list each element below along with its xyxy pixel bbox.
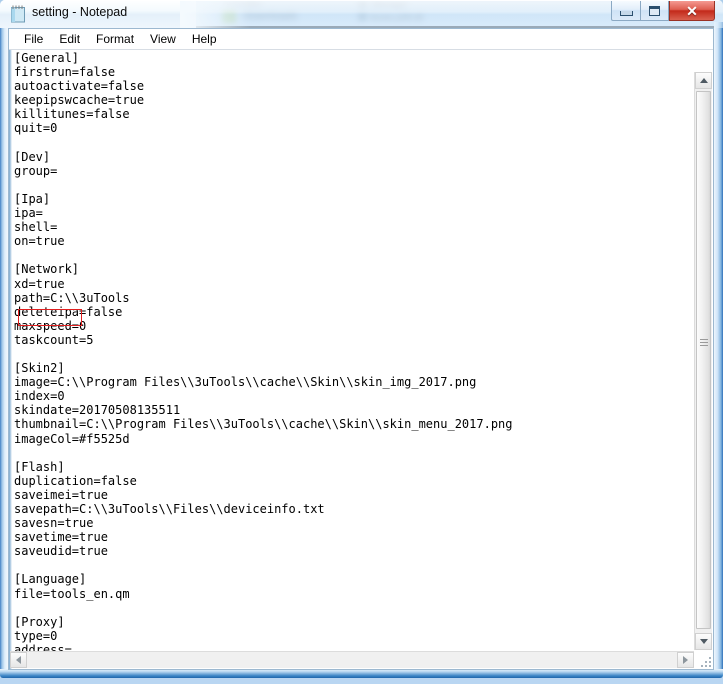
window-border-bottom — [0, 669, 723, 678]
text-line: autoactivate=false — [14, 79, 145, 94]
text-line: firstrun=false — [14, 65, 116, 80]
menu-bar: File Edit Format View Help — [9, 29, 713, 50]
window-border-left — [0, 22, 8, 670]
text-line: skindate=20170508135511 — [14, 403, 181, 418]
text-line: [Proxy] — [14, 614, 65, 629]
minimize-icon — [619, 11, 633, 16]
text-line: thumbnail=C:\\Program Files\\3uTools\\ca… — [14, 417, 513, 432]
menu-item-edit[interactable]: Edit — [51, 30, 88, 49]
text-line: image=C:\\Program Files\\3uTools\\cache\… — [14, 375, 477, 390]
scroll-right-button[interactable] — [677, 652, 694, 668]
text-line: file=tools_en.qm — [14, 586, 130, 601]
text-line: killitunes=false — [14, 107, 130, 122]
text-line: savesn=true — [14, 516, 94, 531]
chevron-up-icon — [699, 78, 708, 83]
text-line: saveimei=true — [14, 487, 108, 502]
editor-left-edge — [9, 50, 12, 669]
text-line: on=true — [14, 234, 65, 249]
text-line: duplication=false — [14, 473, 137, 488]
window-client-area: File Edit Format View Help [General] firs… — [8, 28, 714, 670]
menu-item-format[interactable]: Format — [88, 30, 142, 49]
text-line: index=0 — [14, 389, 65, 404]
text-line: savetime=true — [14, 530, 108, 545]
resize-grip[interactable] — [698, 654, 711, 667]
title-bar-fade — [180, 0, 250, 28]
text-line: address= — [14, 642, 72, 651]
window-controls: ✕ — [611, 1, 715, 22]
text-line: [Ipa] — [14, 191, 51, 206]
menu-item-help[interactable]: Help — [184, 30, 225, 49]
maximize-button[interactable] — [640, 1, 669, 21]
editor-region: [General] firstrun=false autoactivate=fals… — [9, 50, 713, 669]
text-line — [14, 601, 683, 615]
title-bar[interactable]: setting - Notepad ✕ — [0, 0, 723, 28]
text-line: [Language] — [14, 572, 87, 587]
horizontal-scrollbar[interactable] — [10, 651, 694, 668]
text-line: xd=true — [14, 276, 65, 291]
text-line: [Dev] — [14, 149, 51, 164]
text-line: savepath=C:\\3uTools\\Files\\deviceinfo.… — [14, 502, 325, 516]
text-line: quit=0 — [14, 121, 58, 136]
text-line: maxspeed=0 — [14, 318, 87, 333]
text-line: imageCol=#f5525d — [14, 431, 130, 446]
text-line — [14, 248, 683, 262]
menu-item-view[interactable]: View — [142, 30, 184, 49]
chevron-left-icon — [16, 656, 21, 664]
chevron-down-icon — [699, 639, 708, 644]
window-border-right — [714, 22, 723, 670]
minimize-button[interactable] — [611, 1, 640, 21]
scroll-up-button[interactable] — [695, 72, 712, 89]
text-line: keepipswcache=true — [14, 93, 145, 108]
text-line — [14, 178, 683, 192]
text-line: [Network] — [14, 262, 80, 277]
text-line — [14, 558, 683, 572]
text-line: [Skin2] — [14, 361, 65, 376]
text-line — [14, 136, 683, 150]
chevron-right-icon — [683, 656, 688, 664]
text-line: saveudid=true — [14, 544, 108, 559]
text-line: type=0 — [14, 628, 58, 643]
text-line: taskcount=5 — [14, 332, 94, 347]
text-line: ipa= — [14, 206, 43, 221]
text-line: [Flash] — [14, 459, 65, 474]
scroll-down-button[interactable] — [695, 633, 712, 650]
text-line — [14, 347, 683, 361]
vertical-scrollbar[interactable] — [694, 72, 712, 650]
menu-item-file[interactable]: File — [16, 30, 51, 49]
scroll-left-button[interactable] — [10, 652, 27, 668]
close-button[interactable]: ✕ — [669, 1, 715, 21]
window-title: setting - Notepad — [32, 5, 128, 19]
text-line: deleteipa=false — [14, 304, 123, 319]
maximize-icon — [649, 5, 660, 16]
text-line — [14, 446, 683, 460]
text-editor[interactable]: [General] firstrun=false autoactivate=fals… — [14, 51, 683, 651]
scrollbar-grip-icon — [700, 338, 708, 347]
notepad-window: setting - Notepad ✕ File Edit Format Vie… — [0, 0, 723, 678]
notepad-icon[interactable] — [10, 5, 26, 23]
vertical-scrollbar-thumb[interactable] — [696, 91, 711, 629]
text-line: [General] — [14, 51, 80, 65]
text-line: shell= — [14, 220, 58, 235]
text-line: path=C:\\3uTools — [14, 290, 130, 305]
text-line: group= — [14, 163, 58, 178]
close-icon: ✕ — [686, 2, 698, 19]
